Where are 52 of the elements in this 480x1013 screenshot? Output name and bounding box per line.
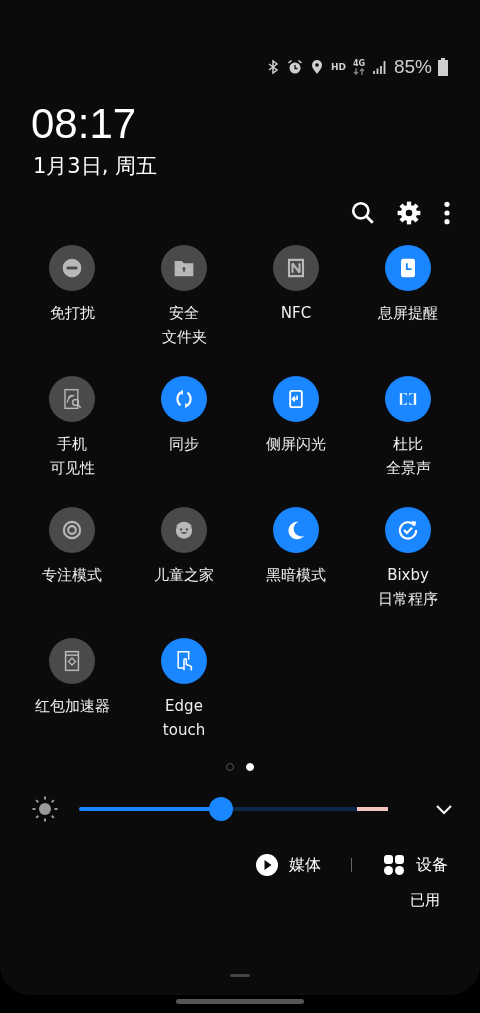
aod-toggle[interactable] — [385, 245, 431, 291]
routine-toggle[interactable] — [385, 507, 431, 553]
toggle-label: 同步 — [169, 434, 199, 455]
more-options-icon[interactable] — [442, 200, 452, 226]
folder-toggle[interactable] — [161, 245, 207, 291]
toggle-label: 手机 — [57, 434, 87, 455]
toggle-label: 黑暗模式 — [266, 565, 326, 586]
settings-icon[interactable] — [396, 200, 422, 226]
toggle-label: 息屏提醒 — [378, 303, 438, 324]
toggle-label: 全景声 — [385, 458, 431, 479]
toggle-label: 文件夹 — [161, 327, 207, 348]
devices-button[interactable]: 设备 — [416, 854, 448, 876]
edge-toggle[interactable] — [273, 376, 319, 422]
slider-thumb[interactable] — [209, 797, 234, 821]
search-icon[interactable] — [350, 200, 376, 226]
toggle-label: 可见性 — [49, 458, 95, 479]
sync-toggle[interactable] — [161, 376, 207, 422]
play-icon[interactable] — [254, 853, 279, 877]
drag-handle[interactable] — [230, 974, 250, 977]
moon-toggle[interactable] — [273, 507, 319, 553]
toggle-label: Bixby — [387, 565, 429, 586]
dolby-toggle[interactable] — [385, 376, 431, 422]
touch-toggle[interactable] — [161, 638, 207, 684]
toggle-label: Edge — [165, 696, 203, 717]
devices-icon[interactable] — [382, 853, 406, 877]
clock-time: 08:17 — [31, 100, 138, 148]
brightness-icon — [31, 795, 59, 823]
alarm-icon — [286, 59, 303, 75]
focus-toggle[interactable] — [49, 507, 95, 553]
media-button[interactable]: 媒体 — [288, 854, 321, 876]
clock-date: 1月3日, 周五 — [33, 153, 159, 180]
toggle-label: touch — [162, 720, 206, 741]
toggle-label: NFC — [280, 303, 312, 324]
toggle-label: 侧屏闪光 — [266, 434, 326, 455]
network-indicator: 4G — [351, 59, 366, 75]
toggle-label: 免打扰 — [49, 303, 95, 324]
battery-percentage: 85% — [393, 56, 432, 78]
kids-toggle[interactable] — [161, 507, 207, 553]
toggle-label: 红包加速器 — [34, 696, 110, 717]
toggle-label: 儿童之家 — [154, 565, 214, 586]
toggle-label: 日常程序 — [378, 589, 438, 610]
envelope-toggle[interactable] — [49, 638, 95, 684]
toggle-label: 杜比 — [393, 434, 423, 455]
battery-icon — [438, 58, 448, 76]
toggle-label: 安全 — [169, 303, 199, 324]
nfc-toggle[interactable] — [273, 245, 319, 291]
signal-icon — [371, 59, 388, 75]
data-usage-text: 已用 — [410, 891, 440, 910]
hd-indicator: HD — [330, 62, 346, 72]
dnd-toggle[interactable] — [49, 245, 95, 291]
toggle-label: 专注模式 — [42, 565, 102, 586]
visibility-toggle[interactable] — [49, 376, 95, 422]
